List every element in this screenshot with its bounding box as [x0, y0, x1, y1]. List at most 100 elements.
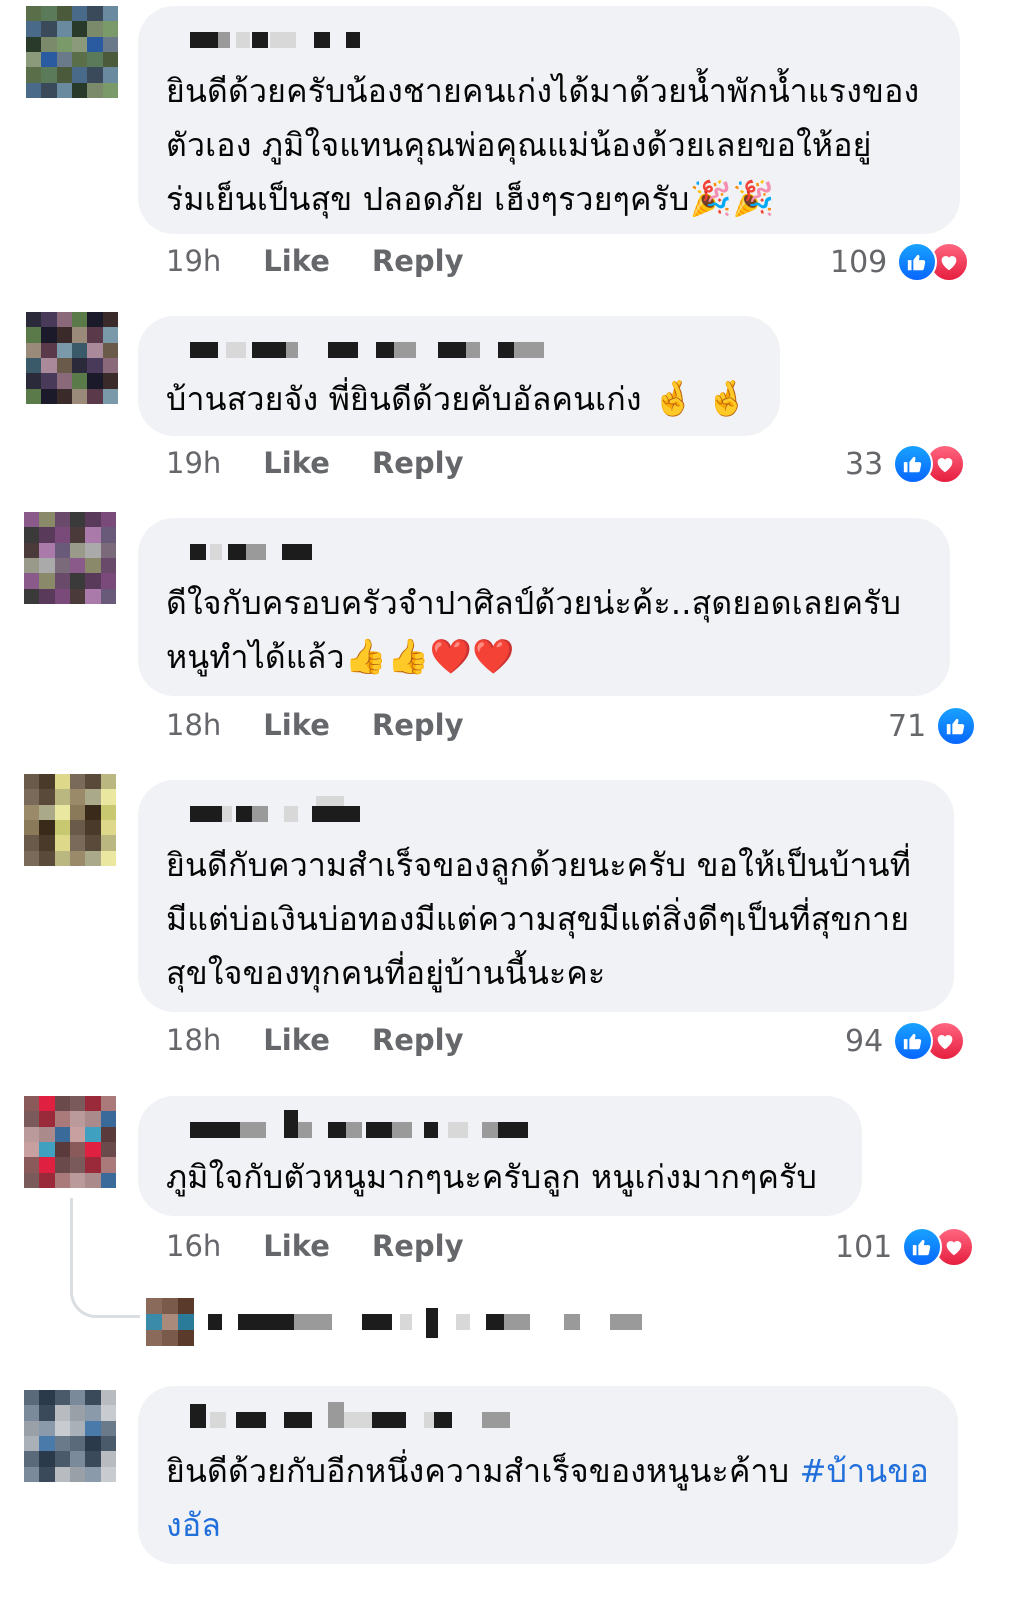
avatar-pixel [69, 774, 86, 790]
reaction-summary[interactable]: 71 [888, 706, 977, 746]
avatar-pixel [41, 327, 57, 343]
comment-text: ภูมิใจกับตัวหนูมากๆนะครับลูก หนูเก่งมากๆ… [166, 1158, 817, 1196]
comment-time[interactable]: 19h [166, 244, 221, 278]
avatar-pixel [54, 1096, 70, 1112]
avatar-pixel [56, 51, 72, 68]
avatar-pixel [54, 1126, 70, 1142]
avatar-pixel [54, 1111, 70, 1127]
avatar-pixel [24, 1420, 40, 1436]
avatar-pixel [54, 1172, 70, 1188]
avatar-pixel [26, 357, 42, 374]
avatar-pixel [100, 804, 116, 820]
commenter-name[interactable] [166, 796, 926, 824]
collapsed-reply-name[interactable] [208, 1308, 648, 1338]
commenter-name[interactable] [166, 32, 932, 50]
like-button[interactable]: Like [263, 244, 330, 278]
avatar[interactable] [26, 312, 118, 404]
comment-time[interactable]: 19h [166, 446, 221, 480]
avatar-pixel [39, 527, 55, 543]
crossed-fingers-icon: 🤞 🤞 [652, 379, 749, 419]
avatar[interactable] [24, 1096, 116, 1188]
avatar-pixel [39, 774, 55, 790]
avatar-pixel [24, 835, 40, 851]
avatar-pixel [56, 312, 72, 328]
avatar-pixel [39, 1390, 55, 1406]
comment-time[interactable]: 16h [166, 1229, 221, 1263]
avatar-pixel [39, 1141, 55, 1158]
avatar-pixel [24, 1141, 40, 1158]
avatar-pixel [102, 312, 118, 328]
avatar-pixel [41, 67, 57, 83]
avatar-pixel [146, 1298, 162, 1314]
avatar-pixel [100, 512, 116, 528]
comment-bubble: ยินดีด้วยกับอีกหนึ่งความสำเร็จของหนูนะค้… [138, 1386, 958, 1564]
comment-text: ดีใจกับครอบครัวจำปาศิลป์ด้วยน่ะค้ะ..สุดย… [166, 584, 902, 677]
reply-avatar[interactable] [146, 1298, 194, 1346]
avatar-pixel [69, 542, 86, 558]
avatar-pixel [39, 512, 55, 528]
avatar-pixel [24, 527, 40, 543]
avatar-pixel [100, 1111, 116, 1127]
avatar-pixel [85, 1466, 101, 1482]
like-button[interactable]: Like [263, 446, 330, 480]
like-icon [936, 706, 977, 746]
avatar-pixel [69, 1451, 86, 1467]
like-icon [893, 444, 934, 484]
reply-button[interactable]: Reply [372, 1229, 464, 1263]
avatar[interactable] [24, 512, 116, 604]
avatar-pixel [41, 357, 57, 374]
avatar-pixel [41, 373, 57, 389]
avatar-pixel [100, 1435, 116, 1452]
avatar-pixel [87, 21, 103, 37]
comment-time[interactable]: 18h [166, 1023, 221, 1057]
avatar-pixel [56, 357, 72, 374]
avatar-pixel [26, 67, 42, 83]
avatar-pixel [24, 557, 40, 574]
comment-bubble: บ้านสวยจัง พี่ยินดีด้วยคับอัลคนเก่ง 🤞 🤞 [138, 316, 780, 436]
avatar-pixel [100, 1420, 116, 1436]
avatar-pixel [100, 1172, 116, 1188]
avatar[interactable] [24, 1390, 116, 1482]
reaction-summary[interactable]: 94 [845, 1021, 966, 1061]
avatar-pixel [69, 804, 86, 820]
avatar-pixel [100, 774, 116, 790]
commenter-name[interactable] [166, 1110, 834, 1140]
commenter-name[interactable] [166, 1402, 930, 1430]
avatar-pixel [100, 1157, 116, 1173]
like-button[interactable]: Like [263, 1229, 330, 1263]
reaction-summary[interactable]: 109 [830, 242, 970, 282]
reply-button[interactable]: Reply [372, 708, 464, 742]
avatar[interactable] [24, 774, 116, 866]
avatar-pixel [85, 557, 101, 574]
commenter-name[interactable] [166, 544, 922, 562]
comment-actions: 19h Like Reply [166, 446, 464, 480]
avatar[interactable] [26, 6, 118, 98]
comment-text: ยินดีกับความสำเร็จของลูกด้วยนะครับ ขอให้… [166, 846, 912, 992]
avatar-pixel [85, 1420, 101, 1436]
reply-button[interactable]: Reply [372, 1023, 464, 1057]
avatar-pixel [24, 512, 40, 528]
like-button[interactable]: Like [263, 1023, 330, 1057]
avatar-pixel [102, 357, 118, 374]
avatar-pixel [26, 36, 42, 52]
avatar-pixel [87, 82, 103, 98]
avatar-pixel [87, 51, 103, 68]
avatar-pixel [71, 6, 88, 22]
reaction-summary[interactable]: 101 [835, 1227, 975, 1267]
avatar-pixel [100, 819, 116, 836]
avatar-pixel [162, 1330, 178, 1346]
avatar-pixel [54, 1435, 70, 1452]
avatar-pixel [54, 774, 70, 790]
avatar-pixel [146, 1314, 162, 1330]
reply-thread-line [70, 1198, 140, 1318]
like-button[interactable]: Like [263, 708, 330, 742]
comment-bubble: ภูมิใจกับตัวหนูมากๆนะครับลูก หนูเก่งมากๆ… [138, 1096, 862, 1216]
commenter-name[interactable] [166, 342, 752, 360]
reply-button[interactable]: Reply [372, 446, 464, 480]
like-icon [893, 1021, 934, 1061]
comment-time[interactable]: 18h [166, 708, 221, 742]
party-popper-icon: 🎉🎉 [689, 179, 775, 219]
reaction-summary[interactable]: 33 [845, 444, 966, 484]
avatar-pixel [69, 1141, 86, 1158]
reply-button[interactable]: Reply [372, 244, 464, 278]
